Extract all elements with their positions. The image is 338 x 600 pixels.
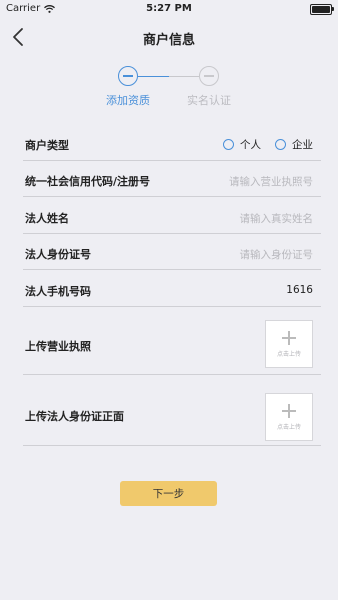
status-bar: Carrier 5:27 PM: [0, 0, 338, 18]
merchant-type-options: 个人 企业: [223, 137, 313, 152]
nav-bar: 商户信息: [0, 22, 338, 52]
step-2-label: 实名认证: [187, 94, 231, 107]
legal-name-input[interactable]: 请输入真实姓名: [240, 211, 314, 226]
next-step-button[interactable]: 下一步: [120, 481, 217, 506]
status-time: 5:27 PM: [146, 3, 192, 14]
upload-license-label: 上传营业执照: [25, 340, 91, 353]
step-connector: [138, 76, 199, 77]
plus-icon: [282, 330, 296, 345]
legal-phone-row: 法人手机号码 1616: [23, 274, 321, 307]
step-1-circle-icon: [118, 66, 138, 86]
radio-personal[interactable]: 个人: [223, 137, 261, 152]
upload-license-button[interactable]: 点击上传: [265, 320, 313, 368]
battery-level: [312, 6, 330, 13]
radio-personal-label: 个人: [240, 139, 261, 151]
merchant-type-row: 商户类型 个人 企业: [23, 128, 321, 161]
legal-phone-label: 法人手机号码: [25, 285, 91, 298]
legal-id-input[interactable]: 请输入身份证号: [240, 247, 314, 262]
upload-id-front-button[interactable]: 点击上传: [265, 393, 313, 441]
radio-circle-icon: [223, 139, 234, 150]
credit-code-label: 统一社会信用代码/注册号: [25, 175, 151, 188]
upload-license-row: 上传营业执照 点击上传: [23, 310, 321, 375]
radio-enterprise-label: 企业: [292, 139, 313, 151]
battery-icon: [310, 4, 334, 15]
upload-license-text: 点击上传: [276, 350, 301, 358]
credit-code-row: 统一社会信用代码/注册号 请输入营业执照号: [23, 164, 321, 197]
radio-enterprise[interactable]: 企业: [275, 137, 313, 152]
legal-phone-input[interactable]: 1616: [286, 284, 313, 296]
page-title: 商户信息: [142, 33, 195, 48]
step-1-label: 添加资质: [106, 94, 150, 107]
credit-code-input[interactable]: 请输入营业执照号: [229, 174, 313, 189]
progress-steps: 添加资质 实名认证: [0, 66, 338, 107]
legal-name-label: 法人姓名: [25, 212, 69, 225]
merchant-type-label: 商户类型: [25, 139, 69, 152]
upload-id-front-row: 上传法人身份证正面 点击上传: [23, 375, 321, 446]
legal-id-row: 法人身份证号 请输入身份证号: [23, 237, 321, 270]
upload-id-front-label: 上传法人身份证正面: [25, 410, 124, 423]
radio-circle-icon: [275, 139, 286, 150]
upload-id-front-text: 点击上传: [276, 423, 301, 431]
legal-id-label: 法人身份证号: [25, 248, 91, 261]
step-2-circle-icon: [199, 66, 219, 86]
plus-icon: [282, 403, 296, 418]
legal-name-row: 法人姓名 请输入真实姓名: [23, 201, 321, 234]
